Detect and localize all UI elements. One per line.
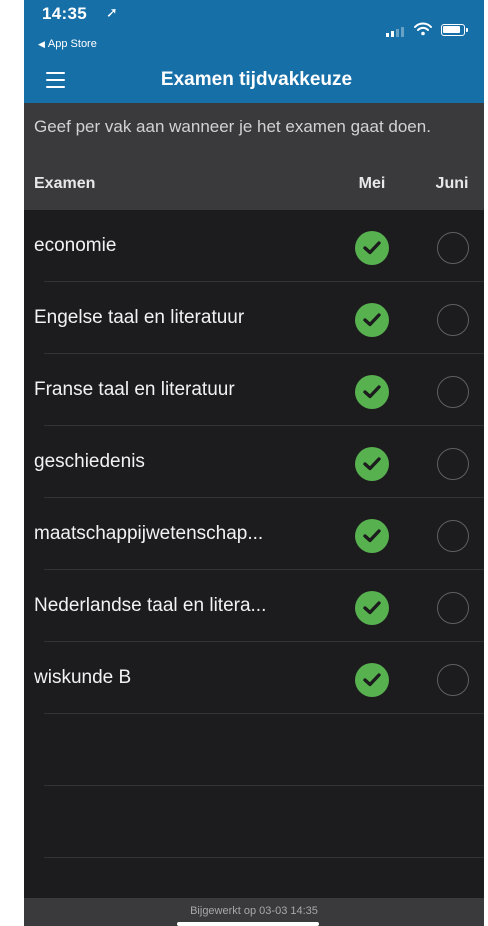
exam-row: geschiedenis (24, 426, 484, 498)
row-divider (44, 857, 484, 858)
mei-selected-check-icon[interactable] (355, 591, 389, 625)
exam-row: Nederlandse taal en litera... (24, 570, 484, 642)
navigation-bar: Examen tijdvakkeuze (24, 57, 484, 103)
exam-name: Engelse taal en literatuur (34, 307, 245, 328)
juni-radio-icon[interactable] (437, 376, 469, 408)
juni-radio-icon[interactable] (437, 232, 469, 264)
exam-name: Franse taal en literatuur (34, 379, 235, 400)
exam-list: economie Engelse taal en literatuur Fran… (24, 210, 484, 898)
exam-row: Engelse taal en literatuur (24, 282, 484, 354)
mei-selected-check-icon[interactable] (355, 231, 389, 265)
mei-selected-check-icon[interactable] (355, 519, 389, 553)
back-app-label: App Store (47, 38, 97, 50)
row-divider (44, 785, 484, 786)
mei-selected-check-icon[interactable] (355, 447, 389, 481)
juni-radio-icon[interactable] (437, 304, 469, 336)
location-arrow-icon: ➚ (106, 4, 118, 20)
juni-radio-icon[interactable] (437, 592, 469, 624)
exam-row: maatschappijwetenschap... (24, 498, 484, 570)
header-mei: Mei (358, 175, 386, 192)
back-triangle-icon: ◀ (38, 38, 45, 49)
exam-name: maatschappijwetenschap... (34, 523, 264, 544)
exam-name: geschiedenis (34, 451, 145, 472)
cellular-signal-icon (386, 27, 404, 37)
header-juni: Juni (435, 175, 469, 192)
header-exam: Examen (34, 175, 96, 192)
mei-selected-check-icon[interactable] (355, 375, 389, 409)
exam-row: Franse taal en literatuur (24, 354, 484, 426)
status-bar: 14:35 ➚ ◀ App Store (24, 0, 484, 57)
exam-name: wiskunde B (34, 667, 132, 688)
back-to-app-store-link[interactable]: ◀ App Store (38, 38, 97, 50)
battery-icon (441, 24, 468, 36)
mei-selected-check-icon[interactable] (355, 663, 389, 697)
table-header: Examen Mei Juni (24, 153, 484, 210)
phone-screen: 14:35 ➚ ◀ App Store Examen tijdvakkeuze … (24, 0, 484, 926)
mei-selected-check-icon[interactable] (355, 303, 389, 337)
wifi-icon (414, 22, 432, 41)
juni-radio-icon[interactable] (437, 520, 469, 552)
page-title: Examen tijdvakkeuze (160, 69, 353, 90)
exam-row: economie (24, 210, 484, 282)
juni-radio-icon[interactable] (437, 448, 469, 480)
status-time: 14:35 (42, 4, 87, 23)
home-indicator[interactable] (177, 922, 319, 926)
exam-name: Nederlandse taal en litera... (34, 595, 267, 616)
instruction-text: Geef per vak aan wanneer je het examen g… (24, 103, 484, 153)
exam-name: economie (34, 235, 117, 256)
row-divider (44, 713, 484, 714)
exam-row: wiskunde B (24, 642, 484, 714)
juni-radio-icon[interactable] (437, 664, 469, 696)
